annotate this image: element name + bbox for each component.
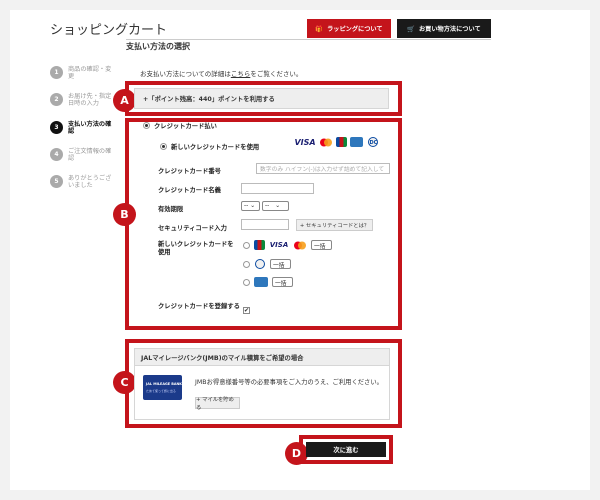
earn-miles-button[interactable]: + マイルを貯める [195, 397, 240, 411]
expiry-month-value: -- [244, 203, 249, 209]
shopping-guide-button[interactable]: 🛒 お買い物方法について [397, 19, 491, 38]
installment-select[interactable]: 一括 [311, 240, 332, 250]
card-name-input[interactable] [241, 183, 314, 194]
security-code-input[interactable] [241, 219, 289, 230]
security-code-help-button[interactable]: + セキュリティコードとは？ [296, 219, 373, 231]
step-4: 4 ご注文情報の確認 [50, 148, 122, 162]
next-button[interactable]: 次に進む [306, 442, 386, 457]
shopping-guide-label: お買い物方法について [419, 26, 481, 33]
use-new-card-label: 新しいクレジットカードを使用 [158, 241, 234, 256]
step-label: お届け先・指定日時の入力 [68, 93, 112, 107]
section-title: 支払い方法の選択 [126, 42, 190, 51]
dc-logo [254, 259, 266, 269]
jal-description: JMBお得意様番号等の必要事項をご入力のうえ、ご利用ください。 [195, 379, 383, 386]
step-1: 1 商品の確認・変更 [50, 66, 122, 80]
cart-icon: 🛒 [407, 25, 415, 33]
jcb-logo [254, 240, 265, 250]
card-option-radio[interactable] [243, 241, 250, 249]
expiry-year-value: -- [265, 203, 270, 209]
jcb-logo [336, 137, 347, 147]
marker-a: A [113, 89, 136, 112]
header-divider [126, 39, 491, 40]
credit-card-option-label: クレジットカード払い [154, 123, 217, 130]
dc-logo: DC [366, 137, 379, 147]
card-name-label: クレジットカード名義 [158, 187, 221, 194]
new-card-radio[interactable] [160, 143, 167, 150]
step-3: 3 支払い方法の確認 [50, 121, 122, 135]
marker-d: D [285, 442, 308, 465]
card-number-input[interactable]: 数字のみ ハイフン(-)は入力せず詰めて記入して [256, 163, 390, 174]
card-brand-logos: VISA DC [294, 137, 379, 147]
jal-card-title: JAL MILEAGE BANK [146, 382, 182, 386]
register-card-label: クレジットカードを登録する [158, 303, 240, 310]
step-number: 4 [50, 148, 63, 161]
new-card-label: 新しいクレジットカードを使用 [171, 144, 260, 151]
chevron-down-icon: ⌄ [250, 203, 256, 209]
amex-logo [350, 137, 363, 147]
visa-logo: VISA [294, 137, 316, 147]
security-code-label: セキュリティコード入力 [158, 225, 227, 232]
step-number: 1 [50, 66, 63, 79]
details-link[interactable]: こちら [231, 70, 251, 78]
note-text: お支払い方法についての詳細は [140, 70, 231, 78]
expiry-month-select[interactable]: -- ⌄ [241, 201, 260, 211]
installment-select[interactable]: 一括 [270, 259, 291, 269]
credit-card-radio[interactable] [143, 122, 150, 129]
step-label: ありがとうございました [68, 175, 112, 189]
jal-card-sub: ためて使って旅に出る [146, 389, 176, 393]
step-label: 商品の確認・変更 [68, 66, 112, 80]
wrapping-info-button[interactable]: 🎁 ラッピングについて [307, 19, 391, 38]
marker-c: C [113, 371, 136, 394]
expiry-label: 有効期限 [158, 206, 184, 213]
register-card-checkbox[interactable]: ✔ [243, 307, 250, 314]
payment-note: お支払い方法についての詳細はこちらをご覧ください。 [140, 68, 302, 78]
wrapping-info-label: ラッピングについて [327, 26, 383, 33]
gift-icon: 🎁 [315, 25, 324, 33]
card-row-2[interactable]: 一括 [243, 259, 291, 269]
installment-value: 一括 [273, 262, 285, 269]
step-5: 5 ありがとうございました [50, 175, 122, 189]
amex-logo [254, 277, 268, 287]
expiry-year-select[interactable]: -- ⌄ [262, 201, 289, 211]
jal-panel-heading: JALマイレージバンク(JMB)のマイル積算をご希望の場合 [135, 349, 389, 366]
page-title: ショッピングカート [50, 23, 168, 38]
card-number-label: クレジットカード番号 [158, 168, 221, 175]
use-points-toggle[interactable]: +「ポイント残高：440」ポイントを利用する [134, 88, 389, 109]
jal-mileage-panel: JALマイレージバンク(JMB)のマイル積算をご希望の場合 JAL MILEAG… [134, 348, 390, 420]
visa-logo: VISA [269, 241, 289, 249]
card-option-radio[interactable] [243, 278, 250, 286]
step-2: 2 お届け先・指定日時の入力 [50, 93, 122, 107]
credit-card-option[interactable]: クレジットカード払い [143, 121, 217, 130]
installment-value: 一括 [314, 243, 326, 250]
step-number: 2 [50, 93, 63, 106]
card-row-3[interactable]: 一括 [243, 277, 293, 287]
mastercard-logo [293, 240, 307, 250]
note-text-end: をご覧ください。 [250, 70, 303, 78]
step-label: 支払い方法の確認 [68, 121, 112, 135]
jal-card-image: JAL MILEAGE BANK ためて使って旅に出る [143, 375, 182, 400]
step-number: 5 [50, 175, 63, 188]
card-row-1[interactable]: VISA 一括 [243, 240, 332, 250]
step-number: 3 [50, 121, 63, 134]
installment-value: 一括 [275, 280, 287, 287]
chevron-down-icon: ⌄ [275, 203, 281, 209]
marker-b: B [113, 203, 136, 226]
step-label: ご注文情報の確認 [68, 148, 112, 162]
mastercard-logo [319, 137, 333, 147]
svg-text:DC: DC [369, 140, 377, 146]
installment-select[interactable]: 一括 [272, 277, 293, 287]
card-option-radio[interactable] [243, 260, 250, 268]
new-card-option[interactable]: 新しいクレジットカードを使用 [160, 142, 259, 151]
